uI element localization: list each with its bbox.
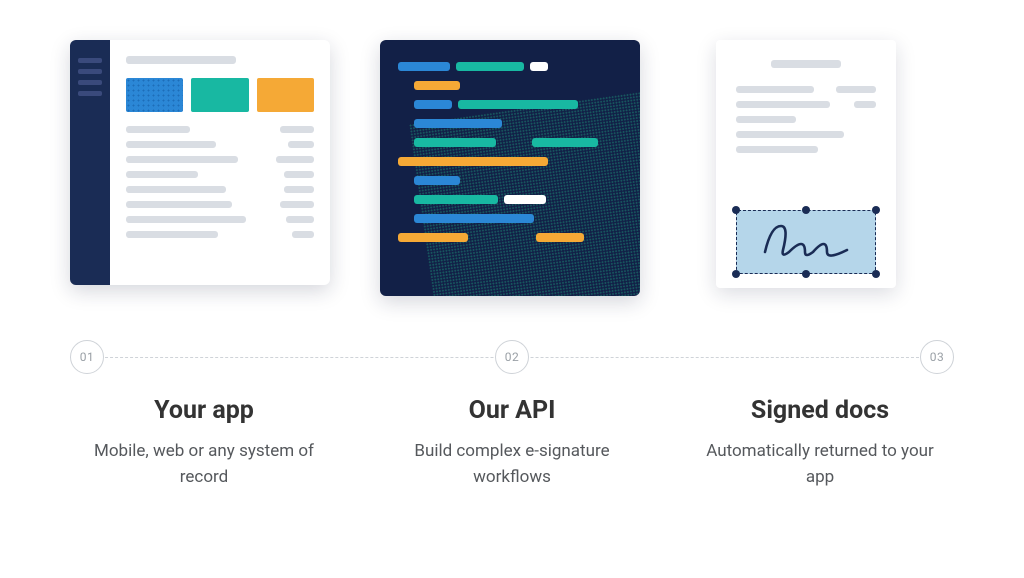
document-icon	[716, 40, 896, 288]
app-window-icon	[70, 40, 330, 285]
signature-field-icon	[736, 210, 876, 274]
step-badge-1: 01	[70, 340, 104, 374]
step-1-desc: Mobile, web or any system of record	[70, 439, 338, 490]
step-1	[70, 40, 340, 310]
step-1-title: Your app	[70, 396, 338, 425]
step-3-title: Signed docs	[686, 396, 954, 425]
signature-icon	[761, 222, 851, 262]
step-2	[380, 40, 650, 310]
illustration-row	[0, 0, 1024, 310]
code-editor-icon	[380, 40, 640, 296]
step-2-desc: Build complex e-signature workflows	[378, 439, 646, 490]
dashboard-card-icon	[126, 78, 183, 112]
dashboard-card-icon	[191, 78, 248, 112]
step-3-desc: Automatically returned to your app	[686, 439, 954, 490]
step-badge-2: 02	[495, 340, 529, 374]
step-badge-3: 03	[920, 340, 954, 374]
step-3	[690, 40, 960, 310]
our-api-illustration	[380, 40, 650, 310]
dashboard-card-icon	[257, 78, 314, 112]
step-2-title: Our API	[378, 396, 646, 425]
your-app-illustration	[70, 40, 340, 310]
app-sidebar-icon	[70, 40, 110, 285]
step-3-caption: Signed docs Automatically returned to yo…	[686, 396, 954, 490]
captions-row: Your app Mobile, web or any system of re…	[0, 374, 1024, 490]
signed-docs-illustration	[690, 40, 960, 310]
process-axis: 01 02 03	[70, 340, 954, 374]
step-2-caption: Our API Build complex e-signature workfl…	[378, 396, 646, 490]
step-1-caption: Your app Mobile, web or any system of re…	[70, 396, 338, 490]
